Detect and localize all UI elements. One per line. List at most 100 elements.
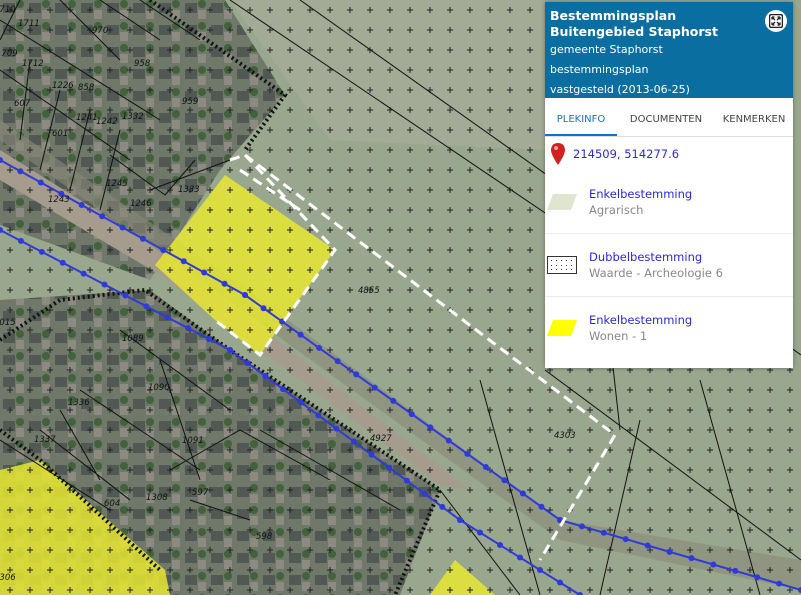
parcel-number: 1336	[68, 398, 90, 408]
legend-title[interactable]: Enkelbestemming	[589, 313, 692, 327]
rail-dot	[537, 567, 543, 573]
parcel-number: 4855	[358, 286, 380, 296]
rail-dot	[122, 292, 129, 299]
parcel-number: 1243	[48, 195, 70, 205]
plan-title: Bestemmingsplan Buitengebied Staphorst	[550, 8, 718, 39]
parcel-number: 970	[92, 26, 108, 36]
parcel-number: 1712	[22, 59, 44, 69]
rail-dot	[557, 579, 563, 586]
rail-dot	[457, 517, 463, 523]
rail-dot	[350, 438, 357, 445]
rail-dot	[160, 247, 167, 253]
rail-dot	[666, 548, 673, 555]
legend-item: Dubbelbestemming Waarde - Archeologie 6	[545, 233, 793, 296]
rail-dot	[119, 224, 126, 231]
rail-dot	[578, 523, 585, 530]
panel-header: Bestemmingsplan Buitengebied Staphorst g…	[545, 2, 793, 98]
rail-dot	[143, 303, 150, 310]
rail-dot	[242, 292, 248, 298]
rail-dot	[517, 554, 523, 561]
rail-dot	[80, 270, 87, 277]
rail-dot	[371, 384, 378, 391]
rail-dot	[439, 503, 446, 510]
parcel-number: 1241	[76, 113, 98, 123]
rail-dot	[421, 490, 428, 497]
legend-value: Agrarisch	[589, 203, 644, 217]
rail-dot	[297, 331, 304, 338]
parcel-number: 1337	[34, 435, 56, 445]
location-row: 214509, 514277.6	[545, 137, 793, 171]
rail-dot	[280, 386, 287, 393]
parcel-number: 958	[134, 59, 151, 69]
parcel-number: 4927	[370, 434, 392, 444]
rail-dot	[754, 574, 761, 581]
rail-dot	[38, 248, 45, 255]
rail-dot	[221, 280, 228, 287]
rail-dot	[244, 360, 251, 367]
rail-dot	[333, 425, 340, 432]
rail-dot	[99, 213, 106, 220]
location-coordinates[interactable]: 214509, 514277.6	[573, 147, 679, 161]
parcel-number: 1015	[0, 318, 16, 328]
rail-dot	[464, 450, 471, 457]
parcel-number: 1089	[122, 334, 144, 344]
rail-dot	[482, 464, 489, 471]
rail-dot	[497, 542, 503, 548]
rail-dot	[185, 325, 192, 332]
rail-dot	[180, 258, 187, 265]
rail-dot	[427, 424, 434, 431]
parcel-number: 1333	[178, 185, 200, 195]
wonen-swatch	[547, 320, 577, 336]
rail-dot	[334, 358, 341, 365]
rail-dot	[315, 412, 322, 419]
rail-dot	[227, 347, 233, 353]
legend-item: Enkelbestemming Wonen - 1	[545, 296, 793, 359]
legend-value: Wonen - 1	[589, 329, 648, 343]
rail-dot	[201, 269, 208, 276]
panel-tabs: PLEKINFO DOCUMENTEN KENMERKEN	[545, 106, 793, 137]
parcel-number: 1242	[96, 117, 118, 127]
parcel-number: 4303	[554, 431, 576, 441]
rail-dot	[260, 305, 267, 312]
rail-dot	[600, 529, 607, 536]
map-marker-icon	[551, 143, 565, 165]
legend-title[interactable]: Enkelbestemming	[589, 187, 692, 201]
rail-dot	[688, 555, 695, 562]
tab-documenten[interactable]: DOCUMENTEN	[617, 106, 715, 136]
rail-dot	[644, 542, 651, 549]
parcel-number: 1306	[0, 573, 16, 583]
rail-dot	[17, 237, 24, 244]
parcel-number: 1091	[182, 436, 204, 446]
parcel-number: 597	[192, 488, 209, 498]
rail-dot	[368, 451, 375, 458]
parcel-number: 1246	[130, 199, 152, 209]
legend-value: Waarde - Archeologie 6	[589, 266, 723, 280]
plan-status: vastgesteld (2013-06-25)	[550, 83, 690, 96]
rail-dot	[37, 179, 44, 186]
rail-dot	[164, 314, 171, 321]
rail-dot	[139, 235, 146, 242]
rail-dot	[297, 399, 304, 406]
parcel-number: 1226	[52, 81, 74, 91]
parcel-number: 1332	[122, 112, 144, 122]
legend-item: Enkelbestemming Agrarisch	[545, 171, 793, 233]
parcel-number: 1090	[148, 383, 170, 393]
rail-dot	[403, 477, 410, 484]
tab-plekinfo[interactable]: PLEKINFO	[545, 106, 617, 136]
parcel-number: 1245	[106, 179, 128, 189]
rail-dot	[477, 529, 483, 536]
rail-dot	[501, 477, 508, 484]
rail-dot	[776, 580, 783, 587]
fullscreen-toggle-icon	[769, 14, 783, 28]
parcel-number: 598	[256, 532, 273, 542]
rail-dot	[262, 373, 269, 380]
fullscreen-toggle-button[interactable]	[765, 10, 787, 32]
parcel-number: 1709	[0, 49, 18, 59]
legend-title[interactable]: Dubbelbestemming	[589, 250, 723, 264]
parcel-number: 607	[14, 99, 31, 109]
tab-kenmerken[interactable]: KENMERKEN	[715, 106, 793, 136]
rail-dot	[59, 259, 66, 266]
rail-dot	[78, 202, 85, 208]
parcel-number: 604	[104, 499, 120, 509]
rail-dot	[353, 371, 360, 378]
